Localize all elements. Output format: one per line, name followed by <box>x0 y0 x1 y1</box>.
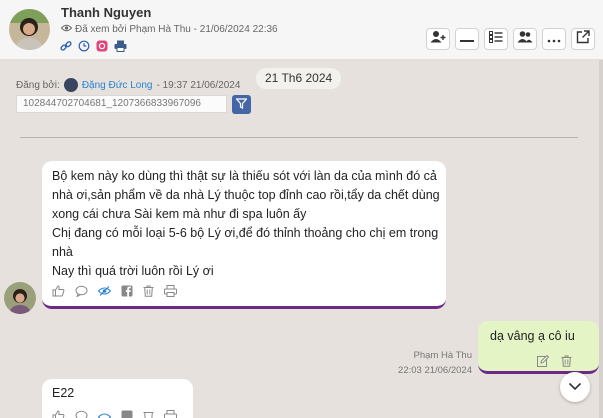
printer-icon[interactable] <box>114 40 127 52</box>
posted-time: - 19:37 21/06/2024 <box>156 79 241 91</box>
message-bubble-outgoing: dạ vâng ạ cô iu <box>478 321 599 374</box>
vertical-scrollbar[interactable] <box>599 60 603 418</box>
conversation-header: Thanh Nguyen Đã xem bởi Phạm Hà Thu - 21… <box>0 0 603 60</box>
delete-icon[interactable] <box>561 354 572 372</box>
like-icon[interactable] <box>52 409 65 418</box>
message-bubble-incoming: Bộ kem này ko dùng thì thật sự là thiếu … <box>42 161 446 309</box>
contacts-button[interactable] <box>513 28 537 50</box>
hide-icon[interactable] <box>98 286 111 296</box>
like-icon[interactable] <box>52 285 65 297</box>
divider <box>20 137 578 138</box>
list-button[interactable] <box>484 28 508 50</box>
delete-icon[interactable] <box>143 409 154 418</box>
list-icon <box>489 30 503 48</box>
comment-icon[interactable] <box>75 285 88 297</box>
minus-icon <box>460 30 474 48</box>
message-actions <box>52 285 177 297</box>
instagram-icon[interactable] <box>96 40 108 52</box>
contacts-icon <box>517 30 533 48</box>
message-line: xong cái chưa Sài kem mà như đi spa luôn… <box>52 207 307 221</box>
header-toolbar <box>426 28 595 50</box>
seen-status: Đã xem bởi Phạm Hà Thu - 21/06/2024 22:3… <box>60 24 278 35</box>
message-line: Bộ kem này ko dùng thì thật sự là thiếu … <box>52 169 437 183</box>
message-text: E22 <box>52 386 75 400</box>
posted-by: Đăng bởi: Đặng Đức Long - 19:37 21/06/20… <box>16 78 240 92</box>
add-user-button[interactable] <box>426 28 450 50</box>
contact-info-icons <box>60 40 127 52</box>
sender-avatar[interactable] <box>4 282 36 314</box>
reply-timestamp: 22:03 21/06/2024 <box>398 365 472 376</box>
external-link-icon <box>576 29 590 49</box>
minimize-button[interactable] <box>455 28 479 50</box>
message-bubble-incoming: E22 <box>42 379 193 418</box>
contact-name: Thanh Nguyen <box>61 5 152 20</box>
facebook-icon[interactable] <box>121 409 133 418</box>
message-line: Nay thì quá trời luôn rồi Lý ơi <box>52 264 214 278</box>
more-icon <box>547 30 561 48</box>
scroll-to-bottom-button[interactable] <box>560 372 590 402</box>
open-external-button[interactable] <box>571 28 595 50</box>
hide-icon[interactable] <box>97 409 112 418</box>
contact-avatar[interactable] <box>9 9 50 50</box>
message-actions <box>52 409 177 418</box>
seen-text: Đã xem bởi Phạm Hà Thu - 21/06/2024 22:3… <box>75 24 278 35</box>
filter-button[interactable] <box>232 95 251 114</box>
message-line: Chị đang có mỗi loại 5-6 bộ Lý ơi,để đó … <box>52 226 439 240</box>
eye-icon <box>60 24 73 35</box>
facebook-icon[interactable] <box>121 285 133 297</box>
message-line: nhà <box>52 245 73 259</box>
more-button[interactable] <box>542 28 566 50</box>
add-user-icon <box>430 30 446 48</box>
link-icon[interactable] <box>60 40 72 52</box>
poster-name[interactable]: Đặng Đức Long <box>82 80 153 91</box>
edit-icon[interactable] <box>537 354 550 372</box>
post-id-field[interactable]: 102844702704681_1207366833967096 <box>16 95 227 113</box>
delete-icon[interactable] <box>143 285 154 297</box>
reply-sender-name: Phạm Hà Thu <box>413 350 472 361</box>
chevron-down-icon <box>568 378 582 396</box>
message-text: Bộ kem này ko dùng thì thật sự là thiếu … <box>52 167 444 281</box>
message-line: nhà ơi,sản phẩm về da nhà Lý thuộc top đ… <box>52 188 440 202</box>
history-icon[interactable] <box>78 40 90 52</box>
comment-icon[interactable] <box>75 409 88 418</box>
date-separator: 21 Th6 2024 <box>256 68 342 89</box>
printer-icon[interactable] <box>164 409 177 418</box>
filter-icon <box>235 96 248 114</box>
message-actions <box>537 354 572 372</box>
printer-icon[interactable] <box>164 285 177 297</box>
message-text: dạ vâng ạ cô iu <box>490 329 575 343</box>
poster-avatar <box>63 78 78 92</box>
posted-by-label: Đăng bởi: <box>16 79 60 91</box>
